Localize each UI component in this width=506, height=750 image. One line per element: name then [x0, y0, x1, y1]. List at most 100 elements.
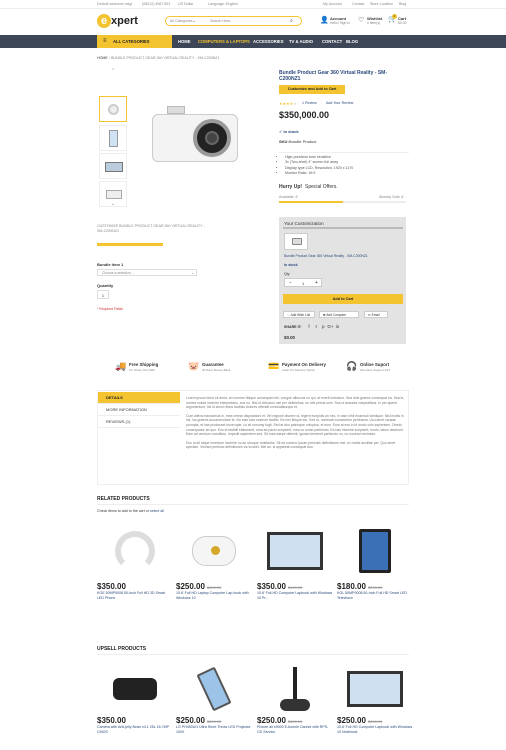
review-count-link[interactable]: 1 Review	[302, 101, 317, 105]
facebook-icon[interactable]: f	[306, 324, 312, 329]
product-name[interactable]: Camera with Anti-jelly Bean v4.1 25L 16.…	[97, 725, 173, 734]
product-name[interactable]: 10.6' Full HD Computer Lapbook with Wind…	[257, 591, 333, 600]
nav-blog[interactable]: BLOG	[346, 35, 358, 48]
link-store-location[interactable]: Store Location	[370, 2, 393, 6]
gamepad-button	[211, 546, 220, 555]
pinterest-icon[interactable]: p	[320, 324, 326, 329]
product-name[interactable]: Picture all x9000 E-bonnie Cannie with R…	[257, 725, 333, 734]
product-image[interactable]	[176, 520, 252, 582]
minus-icon[interactable]: −	[289, 280, 292, 286]
product-image[interactable]	[97, 661, 173, 716]
upsell-product-2[interactable]: $250.00 $800.00 LG PH450UG Ultra Short Th…	[176, 661, 252, 734]
hurry-text: Special Offers.	[305, 184, 338, 190]
link-my-account[interactable]: My Account	[323, 2, 342, 6]
tab-reviews[interactable]: REVIEWS (1)	[98, 416, 180, 428]
feature-list: High-precision tone sensitive 3x (Two-le…	[282, 155, 353, 177]
nav-contact[interactable]: CONTACT	[322, 35, 342, 48]
main-product-image[interactable]	[145, 100, 250, 172]
nav-tv-audio[interactable]: TV & AUDIO	[289, 35, 313, 48]
details-paragraph: Eos ut sit atque inventum invenire no an…	[186, 440, 396, 450]
add-compare-button[interactable]: ⇄ Add Compare	[319, 311, 359, 318]
twitter-icon[interactable]: t	[313, 324, 319, 329]
related-product-2[interactable]: $250.00 $600.00 10.6' Full HD Laptop Comp…	[176, 520, 252, 600]
product-image[interactable]	[257, 661, 333, 716]
qty-label: Qty	[284, 272, 290, 276]
product-image[interactable]	[257, 520, 333, 582]
search-input[interactable]: Search Here...	[210, 19, 233, 23]
logo-mark[interactable]: e	[97, 14, 111, 28]
add-wishlist-button[interactable]: ♡ Add Wish List	[283, 311, 315, 318]
nav-computers[interactable]: COMPUTERS & LAPTOPS	[198, 35, 250, 48]
link-blog[interactable]: Blog	[399, 2, 406, 6]
price-current: $350.00	[257, 582, 286, 591]
user-icon[interactable]: 👤	[320, 16, 329, 24]
product-name[interactable]: 10.6' Full HD Computer Lapbook with Wind…	[337, 725, 413, 734]
qty-value[interactable]: 1	[302, 281, 304, 286]
breadcrumb-home[interactable]: HOME	[97, 56, 108, 60]
quantity-input[interactable]: 1	[97, 290, 109, 299]
product-name[interactable]: KOL 50MP9008 50-Inch Full HD Smart LED T…	[337, 591, 413, 600]
thumbnail-2[interactable]	[99, 125, 127, 151]
product-price: $350,000.00	[279, 110, 330, 120]
upsell-product-3[interactable]: $250.00 $600.00 Picture all x9000 E-bonni…	[257, 661, 333, 734]
nav-home[interactable]: HOME	[178, 35, 191, 48]
product-image[interactable]	[337, 661, 413, 716]
customization-title: Your Customization	[284, 221, 324, 226]
product-price: $250.00 $600.00	[257, 716, 333, 725]
product-image[interactable]	[97, 520, 173, 582]
feature-sub: 30 Days Money Back	[202, 368, 231, 372]
linkedin-icon[interactable]: in	[335, 324, 341, 329]
email-button[interactable]: ✉ Email	[364, 311, 388, 318]
heart-icon[interactable]: ♡	[358, 16, 364, 24]
related-product-3[interactable]: $350.00 $400.00 10.6' Full HD Computer La…	[257, 520, 333, 600]
divider	[97, 654, 409, 655]
product-name[interactable]: KOE 50MP9008 50-Inch Full HD 3D Smart LE…	[97, 591, 173, 600]
all-categories-button[interactable]: ≡ ALL CATEGORIES	[97, 35, 172, 48]
tab-details[interactable]: DETAILS	[98, 392, 180, 404]
thumbnail-3[interactable]	[99, 153, 127, 179]
add-to-cart-button[interactable]: Add to Cart	[283, 294, 403, 304]
link-contact[interactable]: Contact	[352, 2, 364, 6]
quantity-label: Quantity	[97, 283, 114, 288]
customization-product-name[interactable]: Bundle Product Gear 360 Virtual Reality …	[284, 254, 368, 258]
chevron-down-icon[interactable]: ⌄	[111, 201, 115, 207]
plus-icon[interactable]: +	[315, 280, 318, 286]
stock-progress-fill	[279, 201, 343, 203]
cart-count-badge: 0	[392, 14, 397, 19]
related-subtitle: Check items to add to the cart or select…	[97, 509, 164, 513]
product-image[interactable]	[176, 661, 252, 716]
select-all-link[interactable]: select all	[150, 509, 164, 513]
customize-button[interactable]: Customize and Add to Cart	[279, 85, 345, 94]
google-plus-icon[interactable]: G+	[327, 324, 333, 329]
add-review-link[interactable]: Add Your Review	[326, 101, 353, 105]
customize-title: CUSTOMIZE BUNDLE PRODUCT GEAR 360 VIRTUA…	[97, 224, 205, 233]
product-name[interactable]: LG PH450UG Ultra Short Throw LED Project…	[176, 725, 252, 734]
price-old: $600.00	[206, 585, 222, 590]
search-icon[interactable]: ⌕	[290, 18, 293, 24]
price-current: $250.00	[176, 582, 205, 591]
thumbnail-1[interactable]	[99, 96, 127, 122]
nav-accessories[interactable]: ACCESSORIES	[253, 35, 283, 48]
share-icons: f t p G+ in	[306, 324, 341, 329]
upsell-product-4[interactable]: $250.00 $600.00 10.6' Full HD Computer La…	[337, 661, 413, 734]
breadcrumb: HOME › BUNDLE PRODUCT GEAR 360 VIRTUAL R…	[97, 56, 220, 60]
language-switcher[interactable]: Language: English	[208, 2, 238, 6]
related-product-4[interactable]: $180.00 $200.00 KOL 50MP9008 50-Inch Full…	[337, 520, 413, 600]
product-name[interactable]: 10.6' Full HD Laptop Computer Lap book w…	[176, 591, 252, 600]
product-image[interactable]	[337, 520, 413, 582]
header: e xpert All Categories ⌄ Search Here... …	[0, 9, 506, 35]
upsell-title: UPSELL PRODUCTS	[97, 646, 147, 652]
price-current: $250.00	[337, 716, 366, 725]
chevron-up-icon[interactable]: ⌃	[111, 68, 115, 74]
upsell-product-1[interactable]: $350.00 Camera with Anti-jelly Bean v4.1…	[97, 661, 173, 734]
share-label: SHARE IT:	[284, 325, 302, 329]
related-product-1[interactable]: $350.00 KOE 50MP9008 50-Inch Full HD 3D …	[97, 520, 173, 600]
search-bar: All Categories ⌄ Search Here... ⌕	[165, 16, 302, 26]
projector-icon	[106, 190, 122, 199]
currency-switcher[interactable]: US Dollar	[178, 2, 193, 6]
tab-more-information[interactable]: MORE INFORMATION	[98, 404, 180, 416]
category-select[interactable]: All Categories	[170, 19, 192, 23]
truck-icon: 🚚	[115, 361, 127, 371]
phone-icon	[196, 666, 232, 711]
bundle-select[interactable]: Choose a selection... ⌄	[97, 269, 197, 276]
